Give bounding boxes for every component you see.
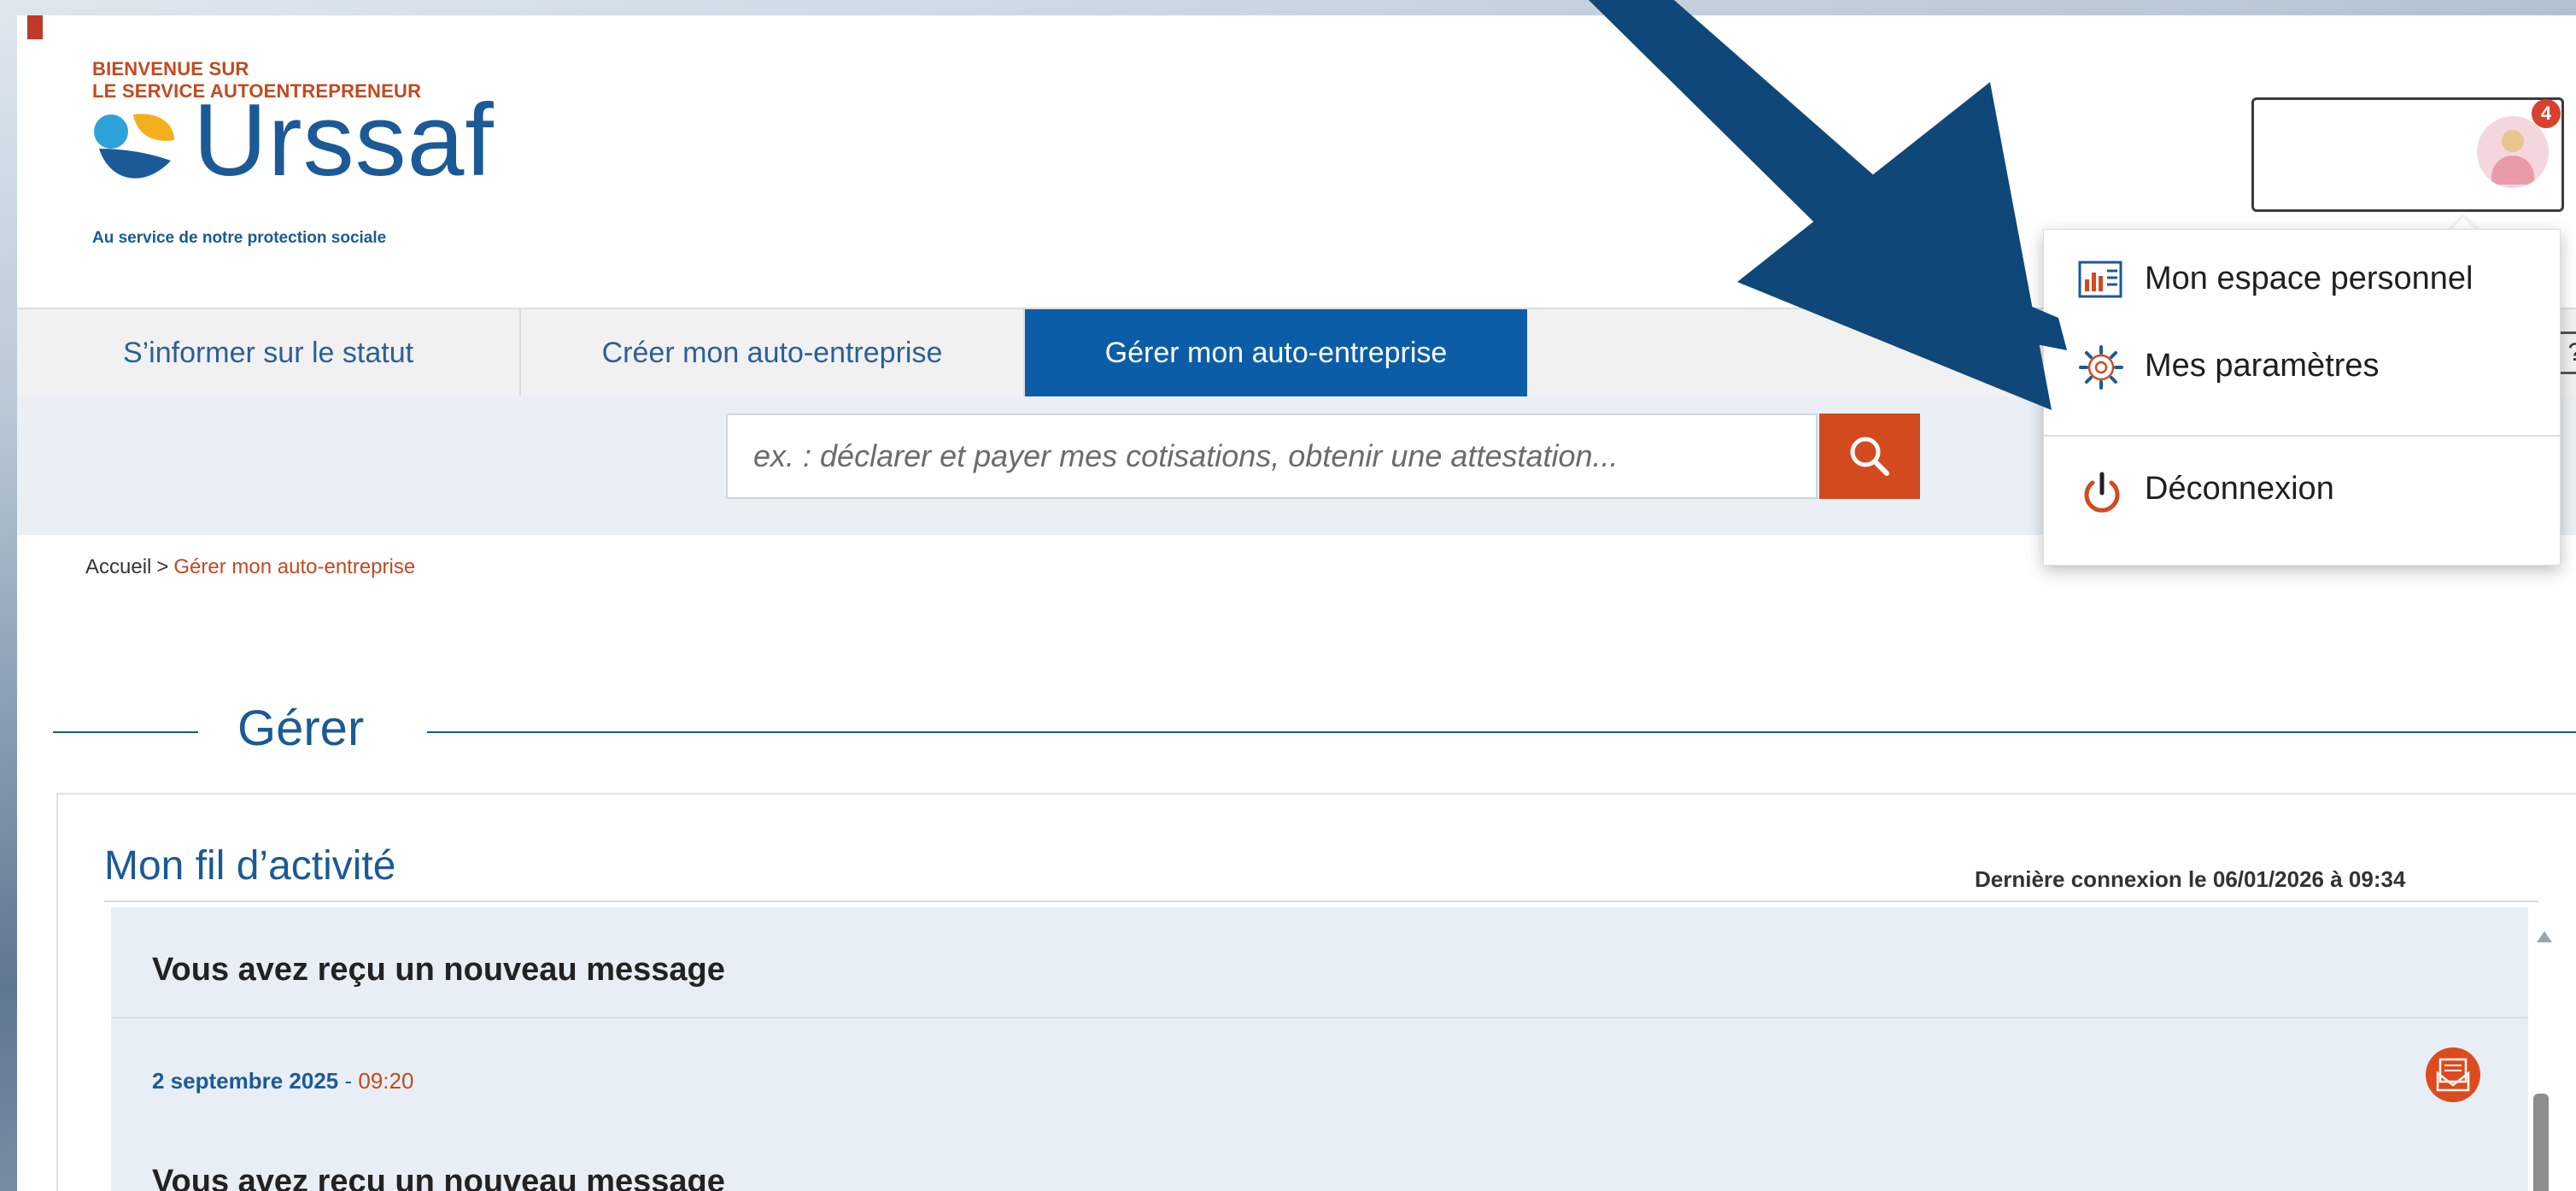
welcome-line-1: BIENVENUE SUR	[92, 58, 249, 79]
search-button[interactable]	[1819, 414, 1920, 499]
activity-title: Mon fil d’activité	[104, 843, 396, 889]
user-menu: Mon espace personnel Mes paramètres Déco…	[2043, 229, 2561, 566]
activity-item-title[interactable]: Vous avez reçu un nouveau message	[152, 952, 725, 989]
breadcrumb-separator: >	[156, 555, 169, 578]
last-connection: Dernière connexion le 06/01/2026 à 09:34	[1975, 866, 2406, 892]
search-input[interactable]	[726, 414, 1818, 499]
page: BIENVENUE SUR LE SERVICE AUTOENTREPRENEU…	[17, 15, 2576, 1191]
activity-date-dash: -	[338, 1068, 359, 1094]
logo-mark-icon	[94, 114, 174, 179]
menu-item-parametres[interactable]: Mes paramètres	[2044, 324, 2560, 409]
menu-label: Mes paramètres	[2145, 348, 2380, 384]
breadcrumb: Accueil > Gérer mon auto-entreprise	[85, 555, 415, 579]
tab-creer[interactable]: Créer mon auto-entreprise	[521, 309, 1025, 396]
corner-accent	[27, 15, 43, 39]
section-rule-left	[53, 731, 198, 733]
message-icon[interactable]	[2426, 1047, 2480, 1102]
activity-divider	[111, 1017, 2528, 1018]
section-rule-right	[427, 731, 2576, 733]
dashboard-icon	[2078, 261, 2122, 298]
breadcrumb-current[interactable]: Gérer mon auto-entreprise	[173, 555, 415, 578]
envelope-icon	[2436, 1058, 2470, 1092]
avatar-head	[2502, 130, 2524, 152]
activity-date-text: 2 septembre 2025	[152, 1068, 339, 1094]
menu-item-espace-personnel[interactable]: Mon espace personnel	[2044, 238, 2560, 324]
power-icon	[2084, 472, 2120, 513]
tab-informer[interactable]: S’informer sur le statut	[17, 309, 521, 396]
menu-label: Déconnexion	[2145, 471, 2334, 507]
section-title: Gérer	[237, 701, 365, 756]
activity-rule	[104, 901, 2538, 902]
activity-item-title[interactable]: Vous avez reçu un nouveau message	[152, 1164, 725, 1191]
brand-tagline: Au service de notre protection sociale	[92, 229, 387, 247]
activity-list[interactable]: Vous avez reçu un nouveau message 2 sept…	[111, 907, 2528, 1191]
menu-separator	[2044, 435, 2560, 437]
scrollbar-thumb[interactable]	[2533, 1094, 2549, 1191]
scroll-up-arrow[interactable]	[2537, 931, 2552, 942]
avatar-body	[2491, 155, 2534, 185]
avatar-icon[interactable]	[2477, 116, 2549, 188]
logo-wordmark: Urssaf	[193, 83, 495, 197]
tab-gerer[interactable]: Gérer mon auto-entreprise	[1025, 309, 1527, 396]
menu-item-deconnexion[interactable]: Déconnexion	[2044, 454, 2560, 539]
breadcrumb-home[interactable]: Accueil	[85, 555, 151, 578]
menu-label: Mon espace personnel	[2145, 261, 2474, 296]
activity-time: 09:20	[358, 1068, 414, 1094]
activity-item-date: 2 septembre 2025 - 09:20	[152, 1068, 413, 1094]
search-icon	[1850, 437, 1889, 476]
gear-icon	[2079, 345, 2123, 390]
notification-badge[interactable]: 4	[2532, 99, 2561, 128]
